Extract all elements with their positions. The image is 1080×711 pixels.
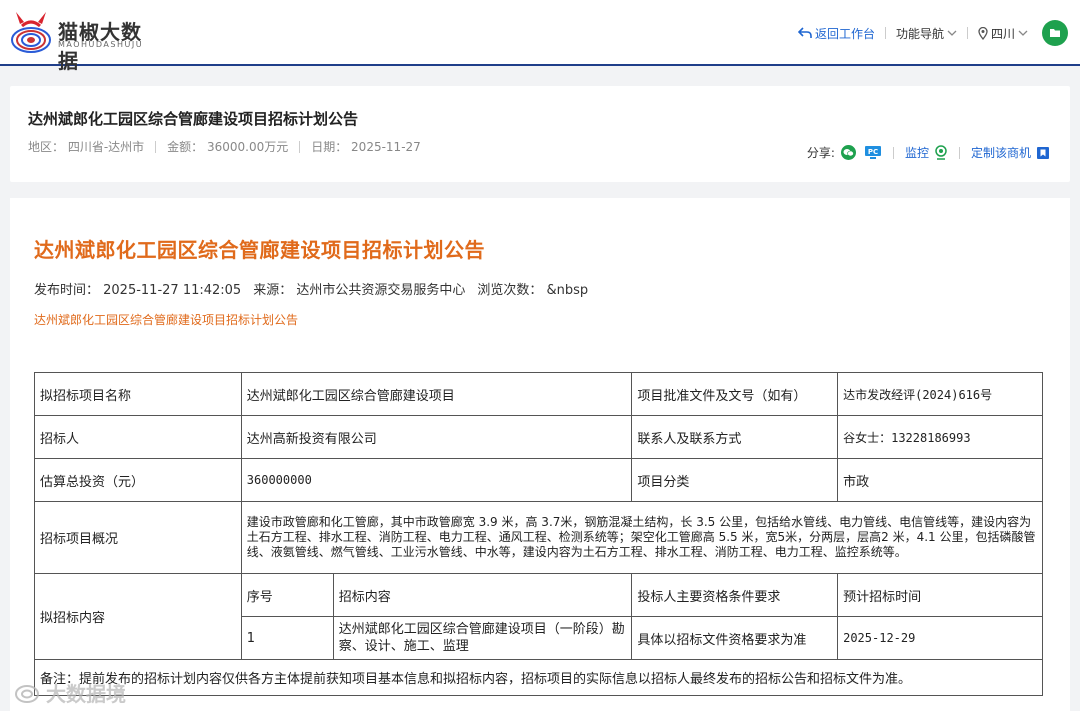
column-header: 投标人主要资格条件要求	[631, 573, 839, 617]
cell-label: 联系人及联系方式	[631, 415, 839, 459]
function-nav-label: 功能导航	[895, 26, 944, 41]
monitor-link[interactable]: 监控	[905, 144, 929, 161]
cell-label: 项目分类	[631, 458, 839, 502]
pc-share-icon[interactable]: PC	[864, 145, 882, 160]
cell-label: 拟招标项目名称	[34, 372, 242, 416]
divider	[958, 146, 960, 159]
back-arrow-icon	[797, 27, 812, 38]
region-selector[interactable]: 四川	[978, 25, 1028, 42]
header-nav: 返回工作台 功能导航 四川	[797, 18, 1068, 48]
cell-value: 谷女士：13228186993	[837, 415, 1043, 459]
view-count: 浏览次数： &nbsp	[477, 283, 589, 298]
divider	[155, 140, 157, 153]
cell-label: 估算总投资（元）	[34, 458, 242, 502]
cell-value: 市政	[837, 458, 1043, 502]
summary-title: 达州斌郎化工园区综合管廊建设项目招标计划公告	[28, 110, 359, 128]
table-row: 招标项目概况 建设市政管廊和化工管廊，其中市政管廊宽 3.9 米，高 3.7米，…	[34, 501, 1044, 574]
table-row: 拟招标项目名称 达州斌郎化工园区综合管廊建设项目 项目批准文件及文号（如有） 达…	[34, 372, 1043, 416]
cell-label: 招标人	[34, 415, 242, 459]
meta-date: 日期： 2025-11-27	[311, 140, 421, 154]
divider	[299, 140, 301, 153]
cell-label: 项目批准文件及文号（如有）	[631, 372, 839, 416]
cell-value: 达州斌郎化工园区综合管廊建设项目（一阶段）勘察、设计、施工、监理	[332, 616, 633, 660]
cell-value: 2025-12-29	[837, 616, 1043, 660]
divider	[884, 27, 886, 39]
cell-value: 达州斌郎化工园区综合管廊建设项目	[240, 372, 633, 416]
tender-info-table: 拟招标项目名称 达州斌郎化工园区综合管廊建设项目 项目批准文件及文号（如有） 达…	[34, 372, 1044, 696]
table-row: 估算总投资（元） 360000000 项目分类 市政	[34, 458, 1043, 502]
customize-opportunity-link[interactable]: 定制该商机	[971, 144, 1031, 161]
meta-amount: 金额： 36000.00万元	[167, 140, 289, 154]
region-label: 四川	[990, 26, 1015, 41]
location-pin-icon	[978, 26, 988, 40]
cell-value: 达州高新投资有限公司	[240, 415, 633, 459]
folder-icon	[1050, 29, 1060, 37]
table-row: 拟招标内容 序号 招标内容 投标人主要资格条件要求 预计招标时间	[34, 573, 1043, 660]
column-header: 招标内容	[332, 573, 633, 617]
watermark-text: 大数据境	[46, 682, 126, 706]
cell-value: 1	[240, 616, 334, 660]
cell-label: 拟招标内容	[34, 573, 242, 660]
brand-logo[interactable]: 猫椒大数据 MAOHUDASHUJU	[10, 6, 150, 73]
table-row: 招标人 达州高新投资有限公司 联系人及联系方式 谷女士：13228186993	[34, 415, 1043, 459]
meta-region: 地区： 四川省-达州市	[28, 140, 145, 154]
summary-meta: 地区： 四川省-达州市 金额： 36000.00万元 日期： 2025-11-2…	[28, 138, 421, 155]
watermark-logo-icon	[15, 684, 39, 703]
svg-text:PC: PC	[868, 148, 878, 156]
document-subtitle: 达州斌郎化工园区综合管廊建设项目招标计划公告	[34, 313, 299, 327]
monitor-icon[interactable]	[934, 145, 948, 160]
chevron-down-icon	[1018, 30, 1028, 36]
document-card: 达州斌郎化工园区综合管廊建设项目招标计划公告 发布时间： 2025-11-27 …	[10, 198, 1070, 711]
top-bar: 猫椒大数据 MAOHUDASHUJU 返回工作台 功能导航 四川	[0, 0, 1080, 73]
publish-info: 发布时间： 2025-11-27 11:42:05 来源： 达州市公共资源交易服…	[34, 279, 588, 298]
cell-value: 达市发改经评(2024)616号	[837, 372, 1043, 416]
column-header: 预计招标时间	[837, 573, 1043, 617]
cell-value: 360000000	[240, 458, 633, 502]
wechat-share-icon[interactable]	[840, 145, 856, 160]
share-label: 分享:	[806, 146, 835, 160]
share-bar: 分享: PC 监控 定制该商机	[807, 144, 1050, 161]
publish-source: 来源： 达州市公共资源交易服务中心	[253, 283, 466, 298]
column-header: 序号	[240, 573, 334, 617]
cell-label: 招标项目概况	[34, 501, 242, 574]
logo-mark-icon	[11, 12, 51, 53]
cell-value: 建设市政管廊和化工管廊，其中市政管廊宽 3.9 米，高 3.7米，钢筋混凝土结构…	[240, 501, 1044, 574]
back-label: 返回工作台	[814, 26, 875, 41]
watermark: 大数据境	[14, 678, 126, 707]
publish-time: 发布时间： 2025-11-27 11:42:05	[34, 283, 242, 298]
bookmark-icon[interactable]	[1036, 146, 1050, 160]
summary-card: 达州斌郎化工园区综合管廊建设项目招标计划公告 地区： 四川省-达州市 金额： 3…	[10, 86, 1070, 182]
document-title: 达州斌郎化工园区综合管廊建设项目招标计划公告	[34, 238, 485, 262]
divider	[892, 146, 894, 159]
table-row: 备注：提前发布的招标计划内容仅供各方主体提前获知项目基本信息和拟招标内容，招标项…	[34, 659, 1043, 696]
brand-sub: MAOHUDASHUJU	[58, 40, 144, 49]
back-to-workbench-link[interactable]: 返回工作台	[797, 25, 875, 42]
function-nav-dropdown[interactable]: 功能导航	[896, 25, 957, 42]
chevron-down-icon	[947, 30, 957, 36]
cell-value: 具体以招标文件资格要求为准	[631, 616, 839, 660]
divider	[966, 27, 968, 39]
note-cell: 备注：提前发布的招标计划内容仅供各方主体提前获知项目基本信息和拟招标内容，招标项…	[34, 659, 1043, 696]
user-menu-button[interactable]	[1042, 20, 1068, 46]
